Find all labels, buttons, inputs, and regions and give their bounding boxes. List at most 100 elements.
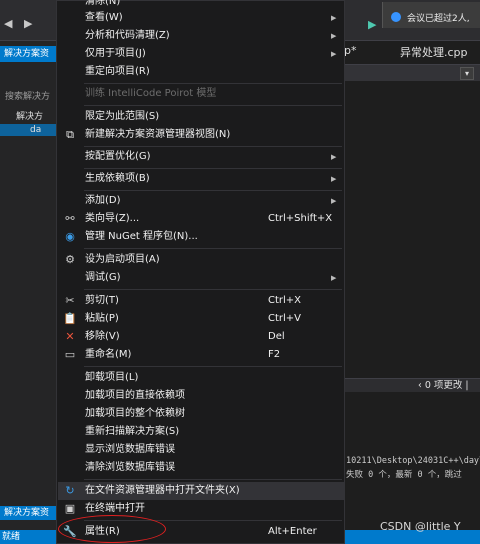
nav-forward-icon[interactable]: ▶ [24,18,36,30]
menu-item-show-db-errors[interactable]: 显示浏览数据库错误 [58,441,344,459]
menu-item-debug[interactable]: 调试(G) ▶ [58,269,344,287]
menu-shortcut: Ctrl+X [268,295,302,306]
menu-item-load-direct-deps[interactable]: 加载项目的直接依赖项 [58,387,344,405]
menu-item-remove[interactable]: ✕ 移除(V) Del [58,328,344,346]
menu-item-label: 添加(D) [85,195,121,206]
menu-separator [84,105,342,106]
menu-item-label: 清除浏览数据库错误 [85,462,175,473]
rename-icon: ▭ [64,348,76,361]
scissors-icon: ✂ [65,294,75,307]
menu-separator [84,289,342,290]
menu-item-label: 加载项目的整个依赖树 [85,408,185,419]
menu-item-label: 重新扫描解决方案(S) [85,426,180,437]
notification-toast[interactable]: 会议已超过2人, [382,2,480,28]
submenu-arrow-icon: ▶ [331,50,337,58]
chevron-down-icon[interactable]: ▾ [460,67,474,80]
terminal-icon: ▣ [64,502,76,515]
menu-item-set-startup[interactable]: ⚙ 设为启动项目(A) [58,251,344,269]
menu-separator [84,190,342,191]
code-editor[interactable] [344,82,480,378]
menu-separator [84,146,342,147]
open-folder-icon: ↻ [65,484,75,497]
menu-item-label: 查看(W) [85,12,123,23]
menu-item-label: 调试(G) [85,272,121,283]
menu-item-unload[interactable]: 卸载项目(L) [58,369,344,387]
menu-item-intellicode: 训练 IntelliCode Poirot 模型 [58,85,344,103]
menu-item-rescan[interactable]: 重新扫描解决方案(S) [58,423,344,441]
menu-item-rename[interactable]: ▭ 重命名(M) F2 [58,346,344,364]
tree-item-label: da [30,125,42,135]
submenu-arrow-icon: ▶ [331,197,337,205]
menu-item-label: 管理 NuGet 程序包(N)... [85,231,198,242]
menu-separator [84,168,342,169]
menu-separator [84,366,342,367]
gear-icon: ⚙ [65,253,75,266]
watermark: CSDN @little Y [380,520,461,533]
menu-shortcut: Ctrl+V [268,313,302,324]
editor-tab[interactable]: p* [344,44,356,57]
tree-item-solution[interactable]: 解决方 [0,111,58,123]
menu-item-label: 仅用于项目(J) [85,48,146,59]
menu-item-label: 设为启动项目(A) [85,254,160,265]
menu-item-label: 新建解决方案资源管理器视图(N) [85,129,231,140]
menu-item-label: 在文件资源管理器中打开文件夹(X) [85,485,240,496]
menu-item-cut[interactable]: ✂ 剪切(T) Ctrl+X [58,292,344,310]
menu-separator [84,479,342,480]
menu-item-label: 限定为此范围(S) [85,111,160,122]
menu-item-load-dep-tree[interactable]: 加载项目的整个依赖树 [58,405,344,423]
nav-back-icon[interactable]: ◀ [4,18,16,30]
menu-item-label: 按配置优化(G) [85,151,151,162]
solution-search-input[interactable]: 搜索解决方 [2,90,58,104]
menu-item-class-wizard[interactable]: ⚯ 类向导(Z)... Ctrl+Shift+X [58,210,344,228]
menu-item-label: 剪切(T) [85,295,119,306]
editor-tab[interactable]: 异常处理.cpp [400,44,468,60]
menu-item-label: 生成依赖项(B) [85,173,150,184]
submenu-arrow-icon: ▶ [331,175,337,183]
submenu-arrow-icon: ▶ [331,274,337,282]
menu-item-label: 训练 IntelliCode Poirot 模型 [85,88,217,99]
menu-item-retarget[interactable]: 重定向项目(R) [58,63,344,81]
menu-item-label: 移除(V) [85,331,120,342]
menu-item-clear-db-errors[interactable]: 清除浏览数据库错误 [58,459,344,477]
menu-item-pgo[interactable]: 按配置优化(G) ▶ [58,148,344,166]
menu-item-new-view[interactable]: ⧉ 新建解决方案资源管理器视图(N) [58,126,344,144]
class-wizard-icon: ⚯ [65,212,75,225]
menu-item-scope[interactable]: 限定为此范围(S) [58,108,344,126]
menu-shortcut: Ctrl+Shift+X [268,213,333,224]
menu-item-open-folder[interactable]: ↻ 在文件资源管理器中打开文件夹(X) [58,482,344,500]
tree-item-project[interactable]: da [0,124,58,136]
menu-item-label: 类向导(Z)... [85,213,140,224]
menu-item-nuget[interactable]: ◉ 管理 NuGet 程序包(N)... [58,228,344,246]
menu-item-view[interactable]: 查看(W) ▶ [58,9,344,27]
output-line: 10211\Desktop\24031C++\day7\ [346,456,480,466]
menu-item-label: 加载项目的直接依赖项 [85,390,185,401]
output-line: 失败 0 个，最新 0 个，跳过 [346,470,462,480]
menu-item-label: 卸载项目(L) [85,372,139,383]
git-changes-bar: ‹ 0 项更改 | [344,378,480,393]
submenu-arrow-icon: ▶ [331,153,337,161]
remove-x-icon: ✕ [65,330,75,343]
editor-navigation-bar: ▾ [344,64,480,81]
context-menu: 清除(N) 查看(W) ▶ 分析和代码清理(Z) ▶ 仅用于项目(J) ▶ 重定… [56,0,345,544]
solution-explorer-header[interactable]: 解决方案资 [0,46,58,62]
toast-text: 会议已超过2人, [407,14,470,24]
status-text: 就绪 [2,532,21,542]
menu-item-add[interactable]: 添加(D) ▶ [58,192,344,210]
start-debug-icon[interactable]: ▶ [368,18,376,31]
menu-item-analyze[interactable]: 分析和代码清理(Z) ▶ [58,27,344,45]
highlight-ellipse [58,515,166,543]
menu-separator [84,248,342,249]
info-icon [391,12,401,22]
nuget-icon: ◉ [65,230,75,243]
submenu-arrow-icon: ▶ [331,14,337,22]
changes-label[interactable]: ‹ 0 项更改 | [418,379,469,393]
menu-item-project-only[interactable]: 仅用于项目(J) ▶ [58,45,344,63]
menu-item-build-deps[interactable]: 生成依赖项(B) ▶ [58,170,344,188]
tree-item-label: 解决方 [16,112,44,122]
menu-item-paste[interactable]: 📋 粘贴(P) Ctrl+V [58,310,344,328]
solution-explorer-tab[interactable]: 解决方案资 [0,506,58,520]
menu-shortcut: Del [268,331,285,342]
menu-item-label: 分析和代码清理(Z) [85,30,170,41]
submenu-arrow-icon: ▶ [331,32,337,40]
menu-separator [84,83,342,84]
